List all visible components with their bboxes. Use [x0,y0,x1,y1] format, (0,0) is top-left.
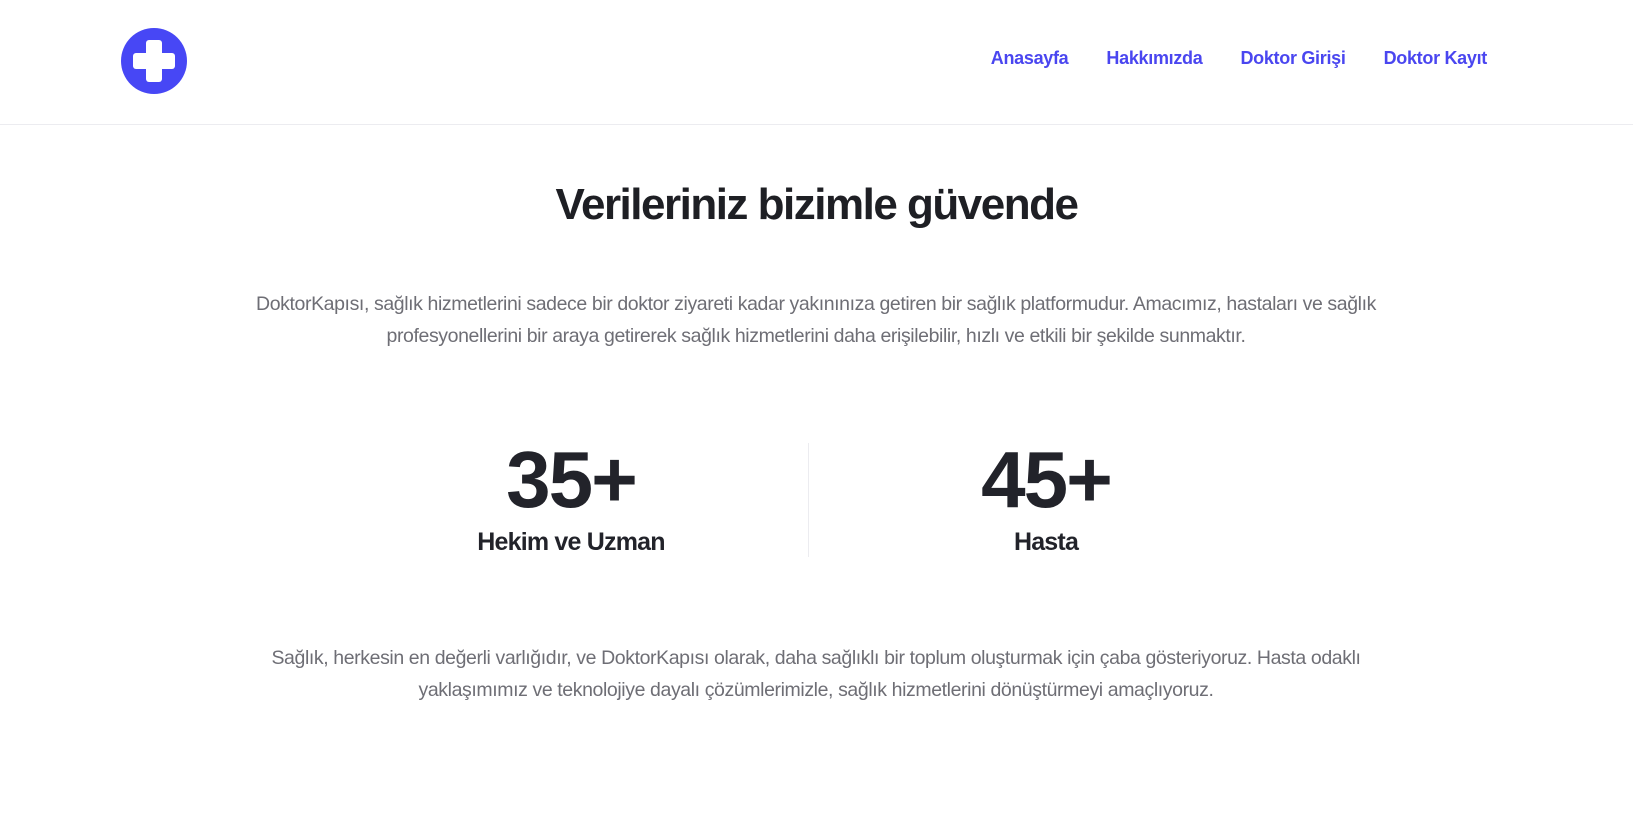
main-nav: Anasayfa Hakkımızda Doktor Girişi Doktor… [991,48,1488,69]
stat-label: Hekim ve Uzman [477,528,665,556]
intro-paragraph: DoktorKapısı, sağlık hizmetlerini sadece… [256,293,1376,347]
nav-link-doktor-kayit[interactable]: Doktor Kayıt [1384,48,1488,69]
nav-link-hakkimizda[interactable]: Hakkımızda [1106,48,1202,69]
nav-link-doktor-girisi[interactable]: Doktor Girişi [1240,48,1345,69]
logo-cross-horizontal [133,53,175,69]
site-header: Anasayfa Hakkımızda Doktor Girişi Doktor… [0,0,1633,125]
stat-doctors: 35+ Hekim ve Uzman [371,432,771,557]
page-title: Verileriniz bizimle güvende [555,180,1079,229]
stat-patients: 45+ Hasta [846,432,1246,557]
stats-divider [808,443,809,557]
stat-value: 45+ [981,435,1113,524]
medical-cross-icon[interactable] [121,28,187,94]
stat-label: Hasta [1013,528,1079,556]
outro-paragraph: Sağlık, herkesin en değerli varlığıdır, … [271,647,1361,701]
stat-value: 35+ [506,435,638,524]
nav-link-anasayfa[interactable]: Anasayfa [991,48,1069,69]
